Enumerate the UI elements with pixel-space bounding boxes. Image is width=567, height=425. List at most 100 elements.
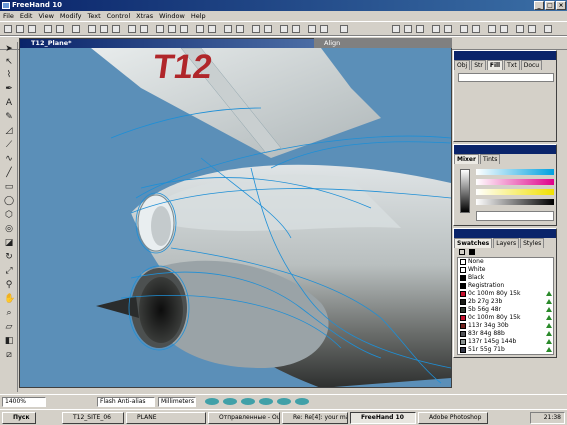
- pointer-icon[interactable]: ➤: [4, 44, 14, 54]
- swatch-list[interactable]: None White Black Registration 0c 100m 80…: [457, 257, 554, 355]
- taskbar-item-active[interactable]: FreeHand 10: [350, 412, 416, 424]
- taskbar-item[interactable]: PLANE: [126, 412, 206, 424]
- taskbar-item[interactable]: Re: Re[4]: your mail: [282, 412, 348, 424]
- navigation-icon[interactable]: [308, 25, 316, 33]
- display-mode-dropdown[interactable]: Flash Anti-alias: [97, 397, 155, 407]
- scale-tool-icon[interactable]: ⤢: [4, 266, 14, 276]
- tab-swatches[interactable]: Swatches: [454, 238, 493, 248]
- polygon-icon[interactable]: ⬡: [4, 210, 14, 220]
- subselect-icon[interactable]: ↖: [4, 57, 14, 67]
- stroke-swatch-icon[interactable]: [459, 249, 465, 255]
- units-dropdown[interactable]: Millimeters: [158, 397, 196, 407]
- fill-swatch-icon[interactable]: [469, 249, 475, 255]
- text-tool-icon[interactable]: A: [4, 98, 14, 108]
- swatch-item[interactable]: Registration: [458, 282, 553, 290]
- find-replace-icon[interactable]: [252, 25, 260, 33]
- maximize-button[interactable]: □: [545, 1, 555, 10]
- swatch-mode-buttons[interactable]: [457, 248, 487, 256]
- tab-document[interactable]: Docu: [520, 60, 543, 70]
- layers-icon[interactable]: [156, 25, 164, 33]
- pen-tool-icon[interactable]: [404, 25, 412, 33]
- symbols-icon[interactable]: [292, 25, 300, 33]
- minimize-button[interactable]: _: [534, 1, 544, 10]
- no-color-icon[interactable]: ⧄: [4, 350, 14, 360]
- import-icon[interactable]: [44, 25, 52, 33]
- taskbar-item[interactable]: Отправленные - Ou...: [208, 412, 280, 424]
- fill-type-dropdown[interactable]: [458, 73, 554, 82]
- help-icon[interactable]: [340, 25, 348, 33]
- tab-object[interactable]: Obj: [454, 60, 471, 70]
- swatch-item[interactable]: 113r 34g 30b: [458, 322, 553, 330]
- menu-control[interactable]: Control: [104, 11, 134, 21]
- transform-icon[interactable]: [224, 25, 232, 33]
- stroke-icon[interactable]: [168, 25, 176, 33]
- align-panel-title-bar[interactable]: Align: [314, 38, 452, 48]
- freeform-icon[interactable]: ∿: [4, 154, 14, 164]
- transparency-icon[interactable]: [528, 25, 536, 33]
- swatch-item[interactable]: 83r 84g 88b: [458, 330, 553, 338]
- swatch-item[interactable]: 0c 100m 80y 15k: [458, 290, 553, 298]
- start-button[interactable]: Пуск: [2, 412, 36, 424]
- pointer-tool-icon[interactable]: [392, 25, 400, 33]
- tab-styles[interactable]: Styles: [520, 238, 545, 248]
- menu-help[interactable]: Help: [188, 11, 209, 21]
- spiral-icon[interactable]: ◎: [4, 224, 14, 234]
- crop-icon[interactable]: [516, 25, 524, 33]
- black-slider[interactable]: [476, 199, 554, 205]
- redo-icon[interactable]: [140, 25, 148, 33]
- swatch-item[interactable]: 0c 100m 80y 15k: [458, 314, 553, 322]
- rectangle-icon[interactable]: ▭: [4, 182, 14, 192]
- swatch-item[interactable]: 5b 56g 48r: [458, 306, 553, 314]
- menu-modify[interactable]: Modify: [57, 11, 85, 21]
- swatch-item[interactable]: 2b 27g 23b: [458, 298, 553, 306]
- lasso-icon[interactable]: ⌇: [4, 70, 14, 80]
- menu-text[interactable]: Text: [84, 11, 103, 21]
- menu-xtras[interactable]: Xtras: [133, 11, 156, 21]
- envelope-icon[interactable]: [544, 25, 552, 33]
- bezigon-tool-icon[interactable]: [416, 25, 424, 33]
- swatch-item[interactable]: Black: [458, 274, 553, 282]
- menu-window[interactable]: Window: [156, 11, 188, 21]
- zoom-icon[interactable]: ⌕: [4, 308, 14, 318]
- zoom-field[interactable]: 1400%: [2, 397, 46, 407]
- export-icon[interactable]: [56, 25, 64, 33]
- object-panel-title-bar[interactable]: [454, 51, 556, 60]
- rotate-tool-icon[interactable]: ↻: [4, 252, 14, 262]
- bezigon-icon[interactable]: ◿: [4, 126, 14, 136]
- actions-icon[interactable]: [320, 25, 328, 33]
- copy-icon[interactable]: [100, 25, 108, 33]
- swatch-item[interactable]: White: [458, 266, 553, 274]
- swatches-icon[interactable]: [280, 25, 288, 33]
- mixer-color-well[interactable]: [476, 211, 554, 221]
- blend-icon[interactable]: [460, 25, 468, 33]
- menu-view[interactable]: View: [35, 11, 56, 21]
- fill-color-icon[interactable]: ◧: [4, 336, 14, 346]
- line-icon[interactable]: ╱: [4, 168, 14, 178]
- drawing-canvas[interactable]: T12: [21, 48, 452, 388]
- open-icon[interactable]: [16, 25, 24, 33]
- union-icon[interactable]: [472, 25, 480, 33]
- align-icon[interactable]: [208, 25, 216, 33]
- ellipse-icon[interactable]: ◯: [4, 196, 14, 206]
- swatch-item[interactable]: 51r 55g 71b: [458, 346, 553, 354]
- taskbar-item[interactable]: Adobe Photoshop: [418, 412, 488, 424]
- menu-edit[interactable]: Edit: [17, 11, 36, 21]
- tab-fill[interactable]: Fill: [486, 60, 504, 70]
- cyan-slider[interactable]: [476, 169, 554, 175]
- color-mixer-icon[interactable]: [264, 25, 272, 33]
- swatches-panel-title-bar[interactable]: [454, 229, 556, 238]
- cut-icon[interactable]: [88, 25, 96, 33]
- magenta-slider[interactable]: [476, 179, 554, 185]
- taskbar-item[interactable]: T12_SITE_06: [62, 412, 124, 424]
- undo-icon[interactable]: [128, 25, 136, 33]
- menu-file[interactable]: File: [0, 11, 17, 21]
- yellow-slider[interactable]: [476, 189, 554, 195]
- trace-icon[interactable]: ◪: [4, 238, 14, 248]
- pen-icon[interactable]: ✒: [4, 84, 14, 94]
- intersect-icon[interactable]: [488, 25, 496, 33]
- tab-text[interactable]: Txt: [504, 60, 520, 70]
- mixer-panel-title-bar[interactable]: [454, 145, 556, 154]
- tab-layers[interactable]: Layers: [493, 238, 520, 248]
- hand-icon[interactable]: ✋: [4, 294, 15, 304]
- print-icon[interactable]: [72, 25, 80, 33]
